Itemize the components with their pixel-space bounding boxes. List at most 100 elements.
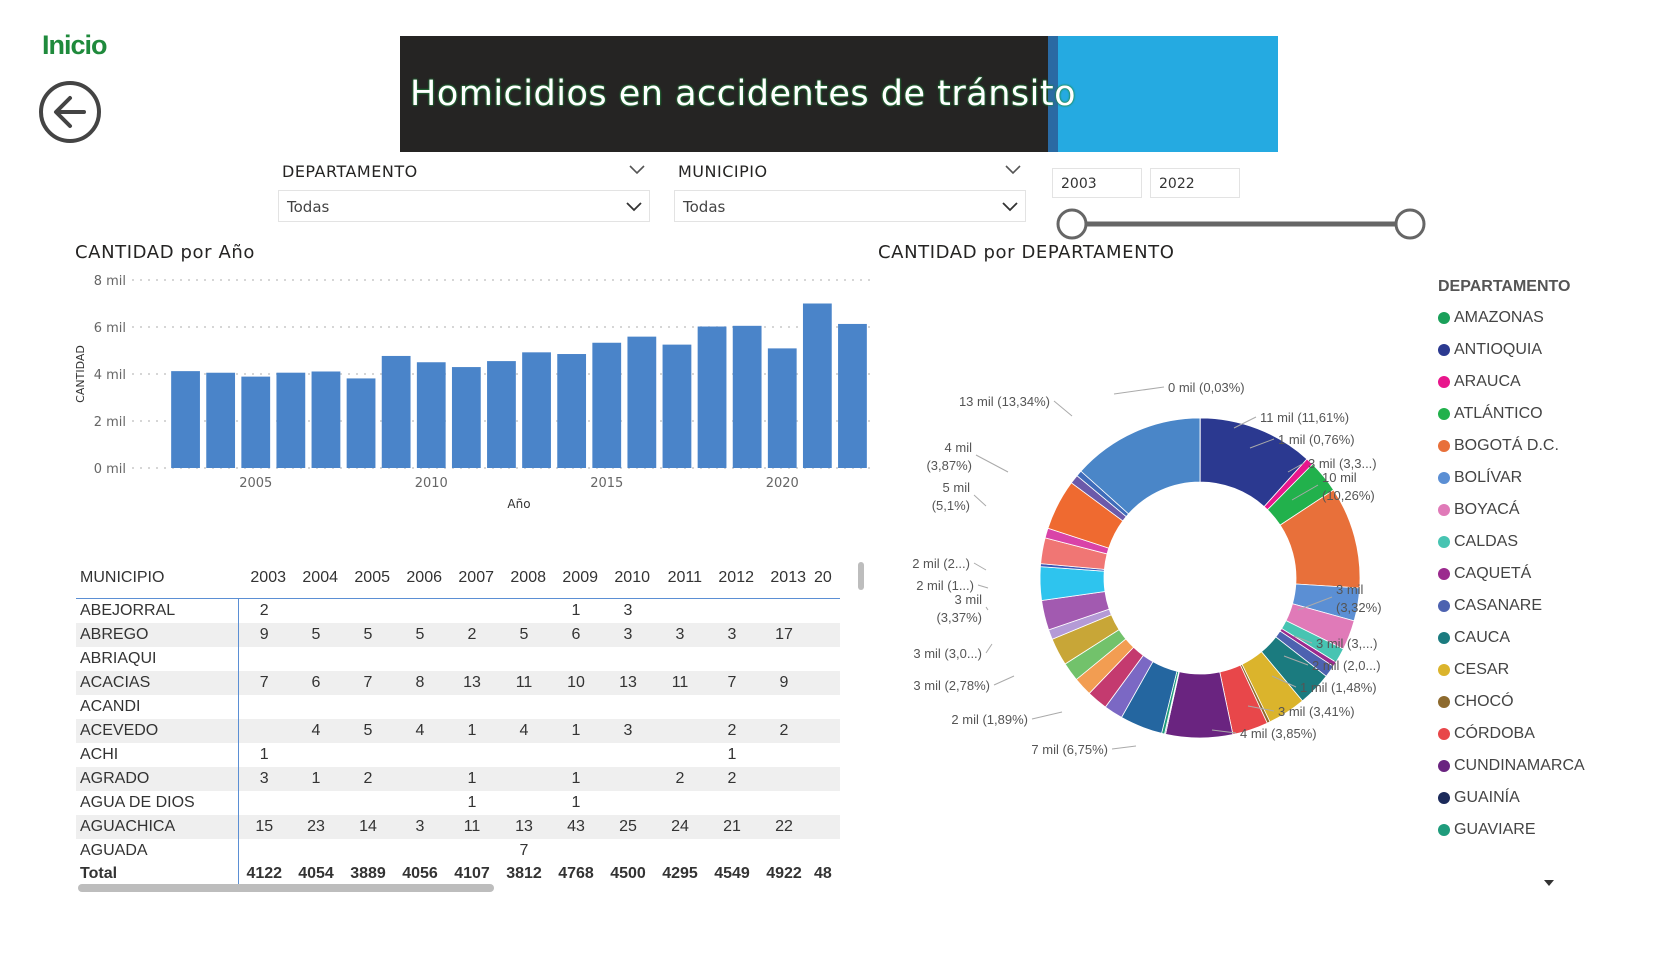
legend-color-dot — [1438, 792, 1450, 804]
donut-data-label: 2 mil (2,0...) — [1312, 658, 1381, 673]
legend-item[interactable]: GUAINÍA — [1438, 782, 1660, 814]
legend-item[interactable]: CUNDINAMARCA — [1438, 750, 1660, 782]
matrix-cell: 10 — [550, 671, 602, 695]
legend-color-dot — [1438, 664, 1450, 676]
matrix-cell — [290, 791, 342, 815]
matrix-column-header[interactable]: 2004 — [290, 558, 342, 599]
matrix-cell: 4122 — [246, 865, 283, 882]
legend-color-dot — [1438, 408, 1450, 420]
legend-item[interactable]: CHOCÓ — [1438, 686, 1660, 718]
legend-color-dot — [1438, 824, 1450, 836]
matrix-column-header[interactable]: 2010 — [602, 558, 654, 599]
home-label[interactable]: Inicio — [42, 30, 108, 61]
legend-scroll-down-icon[interactable] — [1544, 880, 1554, 886]
bar-2006 — [276, 372, 306, 468]
donut-data-label: 3 mil (2,78%) — [913, 678, 990, 693]
legend-item[interactable]: CÓRDOBA — [1438, 718, 1660, 750]
municipio-name: Total — [76, 863, 239, 885]
y-tick-label: 8 mil — [94, 274, 126, 289]
matrix-cell: 4549 — [714, 865, 750, 882]
donut-data-label: 4 mil (3,87%) — [926, 440, 972, 473]
matrix-cell: 5 — [498, 623, 550, 647]
matrix-cell — [498, 791, 550, 815]
matrix-column-header[interactable]: 20 — [810, 558, 840, 599]
matrix-row-header[interactable]: MUNICIPIO — [76, 558, 238, 599]
legend-item[interactable]: CAUCA — [1438, 622, 1660, 654]
legend-item[interactable]: BOLÍVAR — [1438, 462, 1660, 494]
legend-item[interactable]: ANTIOQUIA — [1438, 334, 1660, 366]
legend-item[interactable]: BOGOTÁ D.C. — [1438, 430, 1660, 462]
municipio-name: ABEJORRAL — [76, 598, 239, 623]
matrix-column-header[interactable]: 2012 — [706, 558, 758, 599]
matrix-cell — [342, 695, 394, 719]
legend-item[interactable]: ATLÁNTICO — [1438, 398, 1660, 430]
bar-2010 — [416, 362, 446, 468]
back-arrow-circle-icon[interactable] — [38, 80, 102, 144]
chevron-down-icon — [626, 202, 642, 212]
matrix-cell — [654, 719, 706, 743]
matrix-cell — [706, 839, 758, 863]
matrix-column-header[interactable]: 2003 — [238, 558, 290, 599]
matrix-column-header[interactable]: 2011 — [654, 558, 706, 599]
matrix-cell: 13 — [498, 815, 550, 839]
matrix-cell — [238, 839, 290, 863]
departamento-slicer-title: DEPARTAMENTO — [282, 162, 418, 181]
municipio-name: ABREGO — [76, 623, 239, 647]
legend-label: CAQUETÁ — [1454, 565, 1532, 582]
matrix-cell — [602, 647, 654, 671]
legend-item[interactable]: AMAZONAS — [1438, 302, 1660, 334]
chevron-down-icon[interactable] — [1004, 164, 1022, 176]
municipio-matrix[interactable]: MUNICIPIO 2003 2004 2005 2006 2007 2008 2009 201… — [76, 558, 856, 886]
matrix-column-header[interactable]: 2005 — [342, 558, 394, 599]
legend-item[interactable]: GUAVIARE — [1438, 814, 1660, 846]
legend-color-dot — [1438, 472, 1450, 484]
legend-item[interactable]: CAQUETÁ — [1438, 558, 1660, 590]
donut-data-label: 3 mil (3,...) — [1316, 636, 1377, 651]
matrix-cell — [238, 695, 290, 719]
donut-data-label: 2 mil (2...) — [912, 556, 970, 571]
legend-item[interactable]: CALDAS — [1438, 526, 1660, 558]
municipio-name: ACANDI — [76, 695, 239, 719]
legend-color-dot — [1438, 440, 1450, 452]
year-start-input[interactable]: 2003 — [1052, 168, 1142, 198]
matrix-column-header[interactable]: 2009 — [550, 558, 602, 599]
legend-color-dot — [1438, 344, 1450, 356]
matrix-cell — [810, 767, 840, 791]
matrix-cell — [758, 767, 810, 791]
matrix-cell: 11 — [446, 815, 498, 839]
year-range-slider[interactable] — [1054, 206, 1428, 242]
matrix-cell: 9 — [758, 671, 810, 695]
matrix-column-header[interactable]: 2008 — [498, 558, 550, 599]
chevron-down-icon[interactable] — [628, 164, 646, 176]
matrix-column-header[interactable]: 2006 — [394, 558, 446, 599]
departamento-dropdown[interactable]: Todas — [278, 190, 650, 222]
legend-label: AMAZONAS — [1454, 309, 1544, 326]
matrix-column-header[interactable]: 2007 — [446, 558, 498, 599]
vertical-scrollbar[interactable] — [858, 562, 864, 590]
matrix-cell — [498, 695, 550, 719]
matrix-cell — [706, 599, 758, 624]
matrix-cell: 1 — [571, 602, 581, 619]
bar-2014 — [557, 354, 587, 468]
donut-chart-title: CANTIDAD por DEPARTAMENTO — [878, 242, 1175, 263]
municipio-dropdown[interactable]: Todas — [674, 190, 1026, 222]
bar-2013 — [522, 352, 551, 468]
legend-item[interactable]: ARAUCA — [1438, 366, 1660, 398]
horizontal-scrollbar[interactable] — [78, 884, 494, 892]
year-end-input[interactable]: 2022 — [1150, 168, 1240, 198]
matrix-column-header[interactable]: 2013 — [758, 558, 810, 599]
matrix-cell: 1 — [467, 794, 477, 811]
matrix-cell: 9 — [238, 623, 290, 647]
matrix-cell — [550, 839, 602, 863]
matrix-cell: 1 — [290, 767, 342, 791]
legend-item[interactable]: BOYACÁ — [1438, 494, 1660, 526]
matrix-cell — [706, 791, 758, 815]
legend-item[interactable]: CASANARE — [1438, 590, 1660, 622]
matrix-cell: 5 — [342, 719, 394, 743]
legend-item[interactable]: CESAR — [1438, 654, 1660, 686]
matrix-cell: 5 — [342, 623, 394, 647]
legend-label: BOLÍVAR — [1454, 469, 1523, 486]
departamento-dropdown-value: Todas — [287, 198, 330, 216]
matrix-cell — [446, 839, 498, 863]
x-tick-label: 2015 — [590, 476, 623, 491]
